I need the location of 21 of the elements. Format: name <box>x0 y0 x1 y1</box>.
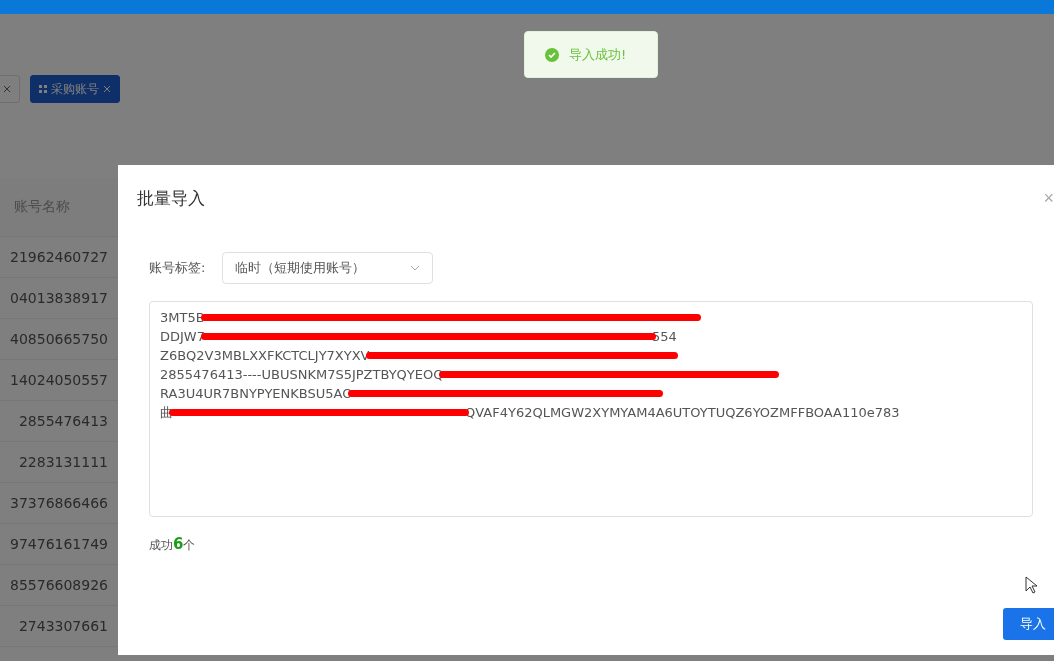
chevron-down-icon <box>410 265 421 271</box>
close-icon[interactable] <box>3 85 11 93</box>
text-line: 2855476413----UBUSNKM7S5JPZTBYQYEOQ <box>160 366 444 384</box>
grid-icon <box>39 85 47 93</box>
text-line: DDJW7 <box>160 328 205 346</box>
field-label: 账号标签: <box>149 259 206 277</box>
cursor-icon <box>1025 576 1037 594</box>
text-line: Z6BQ2V3MBLXXFKCTCLJY7XYXV <box>160 347 370 365</box>
tag-select[interactable]: 临时（短期使用账号） <box>222 252 434 284</box>
dialog-title: 批量导入 <box>137 187 205 210</box>
tab-label: 采购账号 <box>51 80 99 98</box>
text-line: QVAF4Y62QLMGW2XYMYAM4A6UTOYTUQZ6YOZMFFBOAA110e783 <box>465 404 900 422</box>
tab[interactable]: 采购账号 <box>30 75 120 103</box>
text-line: 3MT5B <box>160 309 205 327</box>
result-text: 成功6个 <box>149 535 197 554</box>
tab[interactable] <box>0 75 20 103</box>
check-circle-icon <box>545 47 559 62</box>
import-button[interactable]: 导入 <box>1003 608 1054 640</box>
close-button[interactable]: × <box>1043 188 1054 209</box>
toast-message: 导入成功! <box>569 45 627 64</box>
text-line: RA3U4UR7BNYPYENKBSU5AO <box>160 385 353 403</box>
